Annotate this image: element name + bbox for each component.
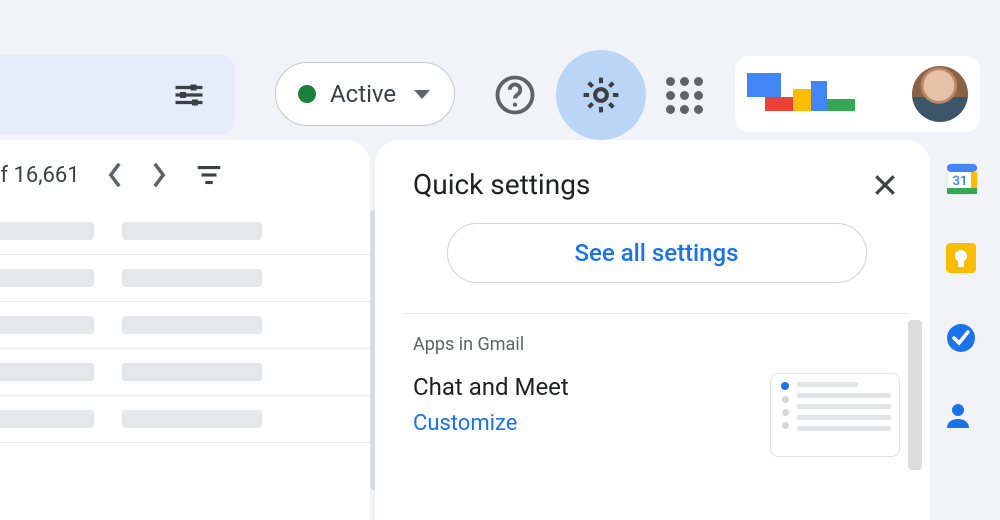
filter-icon[interactable] xyxy=(194,160,224,190)
tune-icon[interactable] xyxy=(171,77,207,113)
side-panel: 31 xyxy=(934,140,990,438)
mail-row[interactable] xyxy=(0,349,370,396)
mail-row[interactable] xyxy=(0,255,370,302)
section-label: Apps in Gmail xyxy=(413,334,900,355)
quick-settings-panel: Quick settings See all settings Apps in … xyxy=(375,140,930,520)
tasks-icon[interactable] xyxy=(943,320,981,358)
chevron-down-icon xyxy=(414,90,430,99)
scrollbar[interactable] xyxy=(908,320,922,470)
org-logo xyxy=(747,72,867,117)
prev-page-icon[interactable] xyxy=(106,161,124,189)
mail-list: 0 of 16,661 xyxy=(0,140,370,520)
gear-icon xyxy=(579,73,623,117)
panel-title: Quick settings xyxy=(413,168,590,201)
next-page-icon[interactable] xyxy=(150,161,168,189)
status-label: Active xyxy=(330,80,396,108)
apps-grid-icon[interactable] xyxy=(666,77,703,114)
see-all-settings-button[interactable]: See all settings xyxy=(447,223,867,283)
avatar[interactable] xyxy=(912,66,968,122)
contacts-icon[interactable] xyxy=(943,400,981,438)
mail-row[interactable] xyxy=(0,302,370,349)
mail-row[interactable] xyxy=(0,396,370,443)
close-icon[interactable] xyxy=(870,170,900,200)
layout-preview-icon xyxy=(770,373,900,457)
help-icon[interactable] xyxy=(494,74,536,116)
customize-link[interactable]: Customize xyxy=(413,411,569,436)
setting-title: Chat and Meet xyxy=(413,373,569,401)
status-dot-icon xyxy=(298,85,316,103)
svg-text:31: 31 xyxy=(953,174,968,189)
status-pill[interactable]: Active xyxy=(275,62,455,126)
keep-icon[interactable] xyxy=(943,240,981,278)
header-bar: Active xyxy=(0,0,1000,140)
divider xyxy=(403,313,910,314)
settings-button[interactable] xyxy=(556,50,646,140)
calendar-icon[interactable]: 31 xyxy=(943,160,981,198)
mail-row[interactable] xyxy=(0,208,370,255)
account-switcher[interactable] xyxy=(735,56,980,132)
search-box[interactable] xyxy=(0,55,235,135)
page-count: 0 of 16,661 xyxy=(0,163,80,188)
